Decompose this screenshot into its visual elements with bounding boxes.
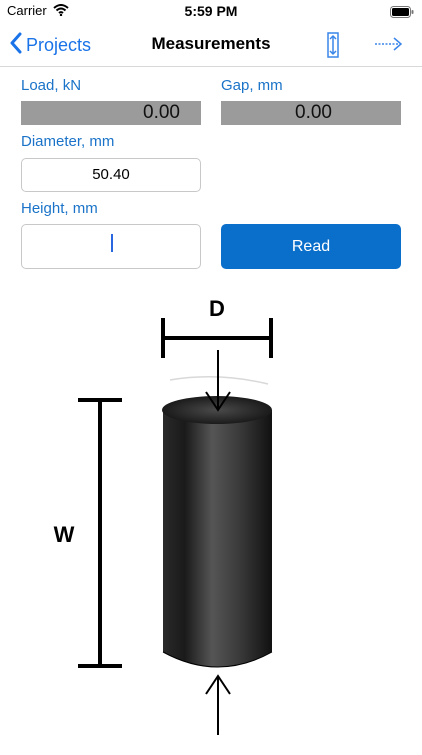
bottom-load-arrow xyxy=(205,674,231,735)
page-title: Measurements xyxy=(151,34,271,53)
read-button[interactable]: Read xyxy=(221,224,401,269)
text-cursor xyxy=(111,234,113,252)
height-symbol: W xyxy=(54,522,75,547)
gap-label: Gap, mm xyxy=(221,77,283,94)
diameter-input[interactable]: 50.40 xyxy=(21,158,201,192)
vertical-measure-icon xyxy=(323,32,343,63)
load-readout: 0.00 xyxy=(21,101,201,125)
height-measure-button[interactable] xyxy=(323,31,343,59)
specimen-diagram: D W xyxy=(0,292,422,750)
status-time: 5:59 PM xyxy=(184,3,238,19)
navigation-bar: Projects Measurements xyxy=(0,24,422,67)
height-label: Height, mm xyxy=(21,200,98,217)
diameter-label: Diameter, mm xyxy=(21,133,115,150)
arrow-right-icon xyxy=(374,37,404,58)
load-label: Load, kN xyxy=(21,77,82,94)
gap-readout: 0.00 xyxy=(221,101,401,125)
next-button[interactable] xyxy=(374,34,404,54)
diameter-symbol: D xyxy=(209,296,225,321)
height-dimension xyxy=(78,398,122,668)
battery-icon xyxy=(390,5,414,23)
height-input[interactable] xyxy=(21,224,201,269)
status-bar: Carrier 5:59 PM xyxy=(0,0,422,24)
cylinder-specimen xyxy=(162,376,273,668)
